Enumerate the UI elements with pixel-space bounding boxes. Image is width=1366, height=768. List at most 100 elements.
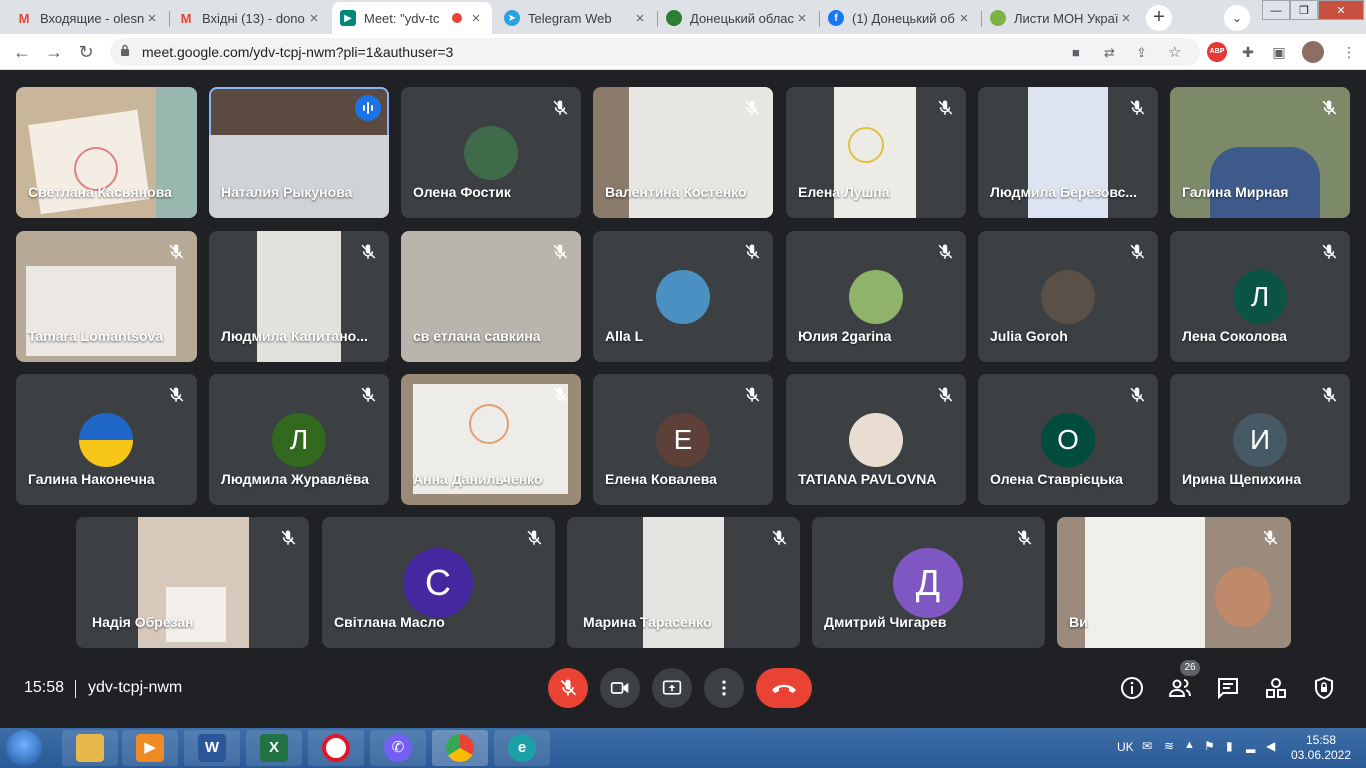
close-icon[interactable]: ×	[468, 10, 484, 27]
mic-off-icon	[1322, 387, 1337, 402]
info-icon[interactable]	[1120, 676, 1144, 700]
tab-mon[interactable]: Листи МОН Украї ×	[982, 4, 1142, 32]
participant-tile[interactable]: Tamara Lomantsova	[16, 231, 197, 362]
participant-tile[interactable]: Julia Goroh	[978, 231, 1158, 362]
participant-tile[interactable]: Л Лена Соколова	[1170, 231, 1350, 362]
activities-icon[interactable]	[1264, 676, 1288, 700]
tab-facebook[interactable]: f (1) Донецький об ×	[820, 4, 980, 32]
participant-tile[interactable]: Олена Фостик	[401, 87, 581, 218]
wifi-icon[interactable]: ▂	[1246, 739, 1255, 753]
tab-donetsk-site[interactable]: Донецький облас ×	[658, 4, 818, 32]
reload-button[interactable]: ↻	[74, 40, 98, 64]
word-icon: W	[198, 734, 226, 762]
participant-tile[interactable]: Валентина Костенко	[593, 87, 773, 218]
more-options-button[interactable]	[704, 668, 744, 708]
taskbar-viber[interactable]: ✆	[370, 730, 426, 766]
close-icon[interactable]: ×	[306, 10, 322, 27]
speaking-indicator-icon	[355, 95, 381, 121]
participant-name: Ирина Щепихина	[1182, 471, 1302, 487]
people-icon[interactable]	[1168, 676, 1192, 700]
facebook-icon: f	[828, 10, 844, 26]
chat-icon[interactable]	[1216, 676, 1240, 700]
participant-tile[interactable]: Наталия Рыкунова	[209, 87, 389, 218]
taskbar-media-player[interactable]: ▶	[122, 730, 178, 766]
participant-tile[interactable]: О Олена Ставрiєцька	[978, 374, 1158, 505]
participant-tile[interactable]: св етлана савкина	[401, 231, 581, 362]
tab-search-button[interactable]: ⌄	[1224, 5, 1250, 31]
participant-tile[interactable]: Юлия 2garina	[786, 231, 966, 362]
participant-tile[interactable]: И Ирина Щепихина	[1170, 374, 1350, 505]
participant-tile[interactable]: Alla L	[593, 231, 773, 362]
participant-tile[interactable]: Надія Обрезан	[76, 517, 309, 648]
participant-tile[interactable]: С Світлана Масло	[322, 517, 555, 648]
notification-icon[interactable]: ✉	[1142, 739, 1152, 753]
host-controls-icon[interactable]	[1312, 676, 1336, 700]
browser-menu-icon[interactable]: ⋮	[1340, 43, 1358, 61]
participant-tile[interactable]: Е Елена Ковалева	[593, 374, 773, 505]
participant-tile[interactable]: Людмила Капитано...	[209, 231, 389, 362]
opera-icon	[322, 734, 350, 762]
site-icon	[666, 10, 682, 26]
address-bar[interactable]: meet.google.com/ydv-tcpj-nwm?pli=1&authu…	[110, 38, 1200, 66]
participant-tile[interactable]: Светлана Касьянова	[16, 87, 197, 218]
leave-call-button[interactable]	[756, 668, 812, 708]
taskbar-chrome[interactable]	[432, 730, 488, 766]
taskbar-edge[interactable]: e	[494, 730, 550, 766]
close-icon[interactable]: ×	[794, 10, 810, 27]
keyboard-language[interactable]: UK	[1117, 740, 1134, 754]
meeting-code: ydv-tcpj-nwm	[88, 679, 183, 696]
microphone-toggle-button[interactable]	[548, 668, 588, 708]
edge-icon: e	[508, 734, 536, 762]
more-vert-icon	[722, 680, 726, 696]
taskbar-word[interactable]: W	[184, 730, 240, 766]
participant-tile[interactable]: Галина Мирная	[1170, 87, 1350, 218]
close-window-button[interactable]: ✕	[1318, 0, 1364, 20]
close-icon[interactable]: ×	[956, 10, 972, 27]
minimize-button[interactable]: —	[1262, 0, 1290, 20]
tab-gmail-1[interactable]: M Входящие - olesn ×	[8, 4, 168, 32]
taskbar-excel[interactable]: X	[246, 730, 302, 766]
taskbar-opera[interactable]	[308, 730, 364, 766]
mic-off-icon	[553, 387, 568, 402]
adblock-icon[interactable]: ABP	[1207, 42, 1227, 62]
close-icon[interactable]: ×	[1118, 10, 1134, 27]
taskbar-explorer[interactable]	[62, 730, 118, 766]
mic-off-icon	[361, 244, 376, 259]
tab-title: Листи МОН Украї	[1014, 10, 1118, 26]
camera-toggle-button[interactable]	[600, 668, 640, 708]
participant-tile[interactable]: Людмила Березовс...	[978, 87, 1158, 218]
participant-tile[interactable]: Д Дмитрий Чигарев	[812, 517, 1045, 648]
participant-tile[interactable]: TATIANA PAVLOVNA	[786, 374, 966, 505]
tab-meet[interactable]: ▶ Meet: "ydv-tc ×	[332, 2, 492, 34]
battery-icon[interactable]: ▮	[1226, 739, 1233, 753]
share-icon[interactable]: ⇪	[1136, 45, 1147, 61]
system-clock[interactable]: 15:58 03.06.2022	[1286, 733, 1356, 763]
start-button[interactable]	[6, 730, 42, 766]
tab-gmail-2[interactable]: M Вхідні (13) - dono ×	[170, 4, 330, 32]
tab-telegram[interactable]: ➤ Telegram Web ×	[496, 4, 656, 32]
translate-icon[interactable]: ⇄	[1104, 45, 1115, 61]
participant-tile[interactable]: Марина Тарасенко	[567, 517, 800, 648]
volume-icon[interactable]: ◀	[1266, 739, 1275, 753]
back-button[interactable]: ←	[10, 40, 34, 64]
camera-icon[interactable]: ■	[1072, 45, 1080, 60]
participant-tile[interactable]: Ви	[1057, 517, 1291, 648]
new-tab-button[interactable]: +	[1146, 5, 1172, 31]
participant-tile[interactable]: Л Людмила Журавлёва	[209, 374, 389, 505]
participant-tile[interactable]: Елена Лушпа	[786, 87, 966, 218]
maximize-button[interactable]: ❐	[1290, 0, 1318, 20]
mic-off-icon	[1017, 530, 1032, 545]
bookmark-star-icon[interactable]: ☆	[1168, 43, 1181, 61]
close-icon[interactable]: ×	[144, 10, 160, 27]
participant-tile[interactable]: Анна Данильченко	[401, 374, 581, 505]
network-icon[interactable]: ≋	[1164, 739, 1174, 753]
show-hidden-icons[interactable]: ▲	[1184, 739, 1195, 751]
forward-button[interactable]: →	[42, 40, 66, 64]
side-panel-icon[interactable]: ▣	[1270, 43, 1288, 61]
participant-tile[interactable]: Галина Наконечна	[16, 374, 197, 505]
close-icon[interactable]: ×	[632, 10, 648, 27]
profile-avatar[interactable]	[1302, 41, 1324, 63]
extensions-icon[interactable]: ✚	[1239, 43, 1257, 61]
flag-icon[interactable]: ⚑	[1204, 739, 1215, 753]
present-screen-button[interactable]	[652, 668, 692, 708]
